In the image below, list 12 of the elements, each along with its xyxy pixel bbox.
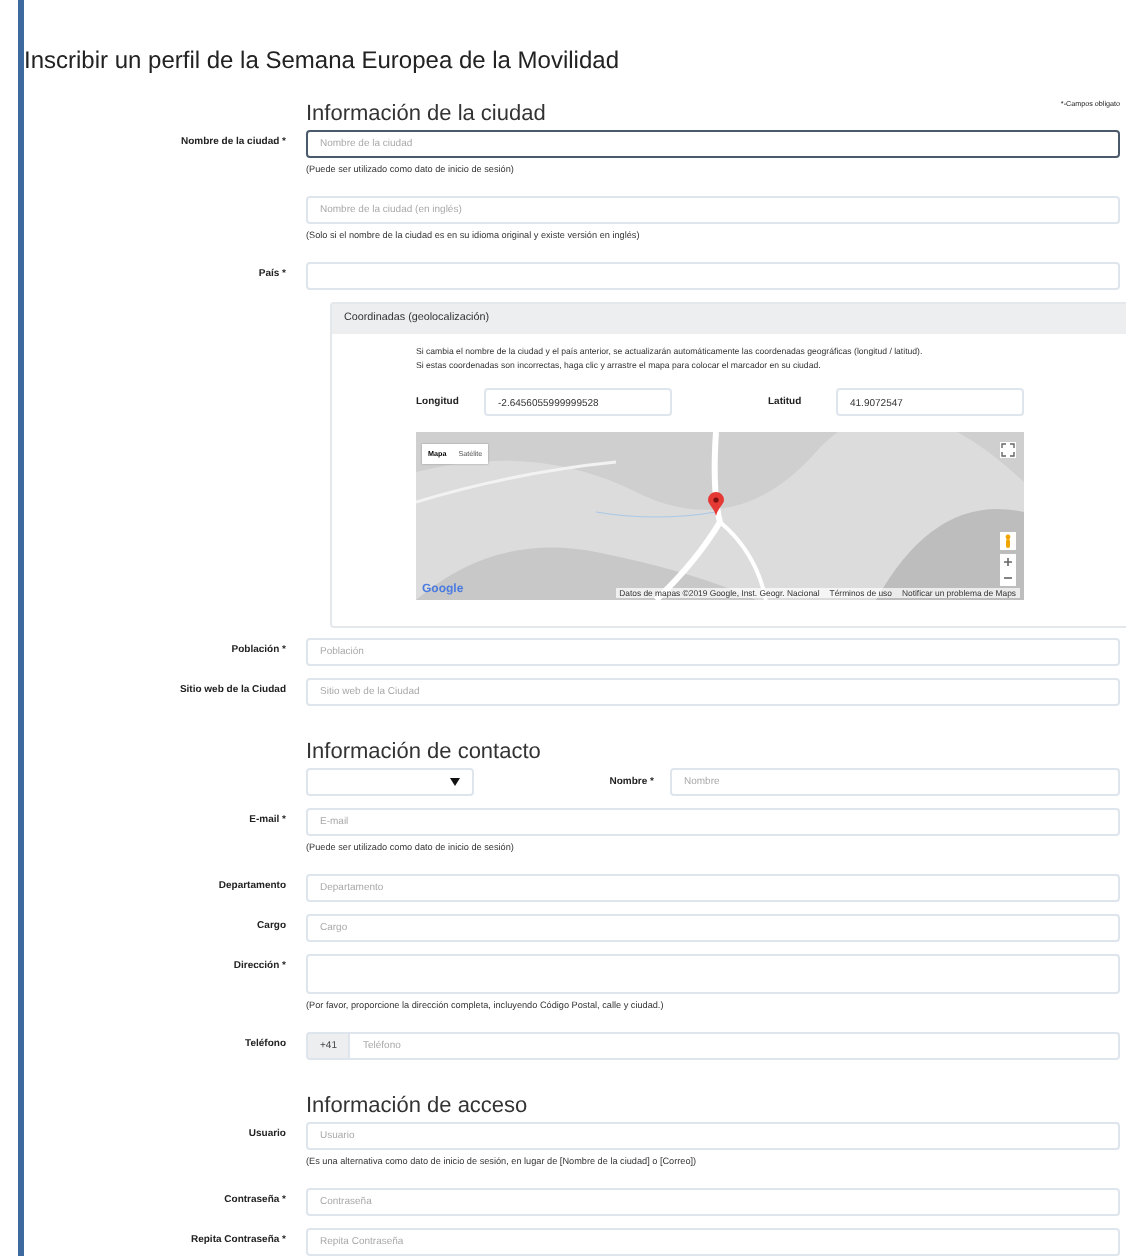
person-icon[interactable] <box>1000 532 1016 550</box>
page-title: Inscribir un perfil de la Semana Europea de la Movilidad <box>24 44 621 76</box>
section-heading: Información de acceso <box>306 1094 528 1118</box>
title-dropdown[interactable] <box>306 768 474 796</box>
section-heading: Información de contacto <box>306 740 541 764</box>
map-pin-icon[interactable] <box>708 492 724 516</box>
zoom-in-icon[interactable] <box>1000 554 1016 570</box>
fullscreen-icon[interactable] <box>1000 442 1016 458</box>
address-field[interactable] <box>306 954 1120 994</box>
section-heading: Información de la ciudad <box>306 102 546 126</box>
caret-icon <box>450 778 460 786</box>
zoom-out-icon[interactable] <box>1000 570 1016 586</box>
